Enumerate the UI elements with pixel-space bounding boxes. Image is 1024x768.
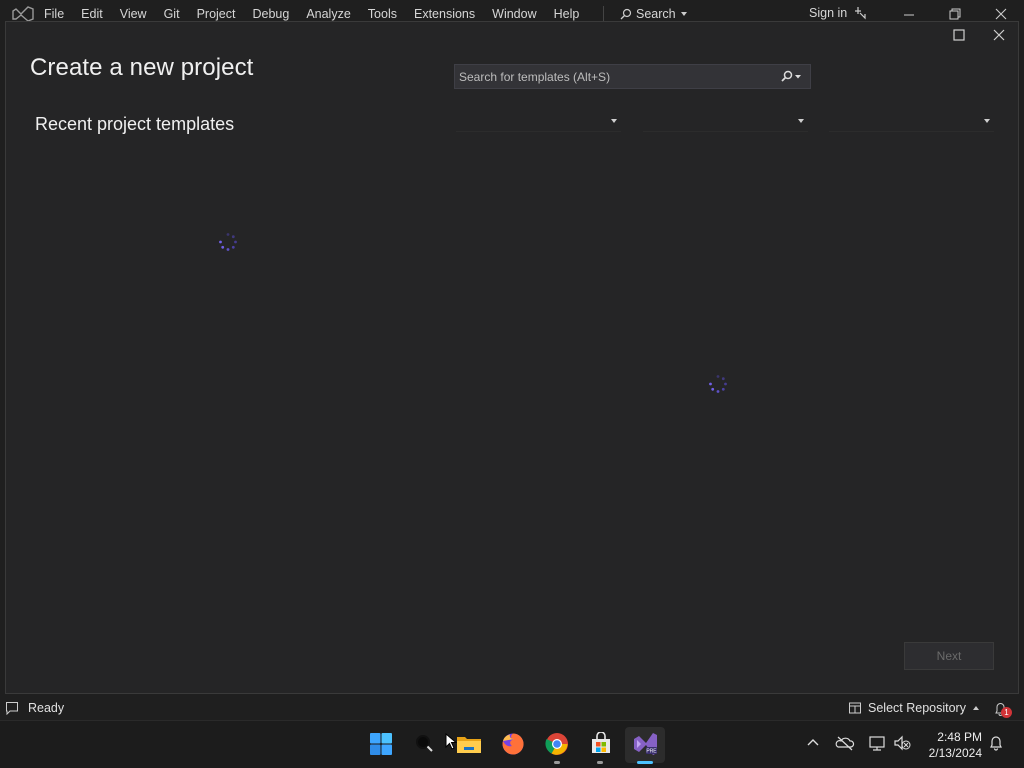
menu-tools[interactable]: Tools — [368, 7, 397, 21]
start-button[interactable] — [366, 729, 396, 759]
sign-in-button[interactable]: Sign in — [809, 6, 867, 20]
feature-search-label: Search — [636, 7, 676, 21]
chrome-icon — [545, 733, 568, 755]
store-running-indicator — [597, 761, 603, 764]
restore-icon[interactable] — [947, 6, 963, 22]
chevron-down-icon — [984, 119, 990, 123]
chrome-running-indicator — [554, 761, 560, 764]
chevron-down-icon — [798, 119, 804, 123]
template-search-box[interactable] — [454, 64, 811, 89]
menu-git[interactable]: Git — [164, 7, 180, 21]
platform-filter-dropdown[interactable] — [643, 112, 808, 132]
taskbar-file-explorer[interactable] — [454, 729, 484, 759]
project-type-filter-dropdown[interactable] — [829, 112, 994, 132]
page-title: Create a new project — [30, 54, 254, 81]
notification-center-bell-icon[interactable] — [986, 733, 1006, 753]
template-search-input[interactable] — [459, 68, 769, 86]
taskbar-microsoft-store[interactable] — [586, 729, 616, 759]
windows-taskbar: PRE 2:48 PM 2/13/2024 — [0, 720, 1024, 768]
minimize-icon[interactable] — [901, 6, 917, 22]
language-filter-dropdown[interactable] — [456, 112, 621, 132]
system-clock[interactable]: 2:48 PM 2/13/2024 — [924, 729, 982, 761]
repository-icon — [849, 702, 861, 714]
menu-project[interactable]: Project — [197, 7, 236, 21]
visual-studio-preview-icon: PRE — [634, 733, 657, 755]
maximize-dialog-icon[interactable] — [952, 28, 966, 42]
menu-items: File Edit View Git Project Debug Analyze… — [44, 7, 596, 21]
onedrive-offline-icon[interactable] — [835, 733, 855, 753]
notifications-button[interactable]: 1 — [993, 700, 1013, 718]
menu-file[interactable]: File — [44, 7, 64, 21]
menu-extensions[interactable]: Extensions — [414, 7, 475, 21]
microsoft-store-icon — [592, 732, 610, 753]
show-hidden-icons-chevron-icon[interactable] — [803, 733, 823, 753]
svg-text:PRE: PRE — [646, 749, 657, 755]
close-window-icon[interactable] — [993, 6, 1009, 22]
visual-studio-logo-icon — [12, 6, 34, 22]
recent-templates-heading: Recent project templates — [35, 114, 235, 134]
menu-analyze[interactable]: Analyze — [306, 7, 350, 21]
live-share-icon — [855, 7, 866, 20]
notification-badge: 1 — [1001, 707, 1012, 718]
firefox-icon — [502, 733, 524, 755]
menu-view[interactable]: View — [120, 7, 147, 21]
output-message-icon[interactable] — [5, 701, 19, 715]
search-icon — [620, 8, 632, 20]
network-icon[interactable] — [867, 733, 887, 753]
menu-help[interactable]: Help — [554, 7, 580, 21]
visual-studio-active-indicator — [637, 761, 653, 764]
search-icon — [416, 735, 433, 752]
taskbar-visual-studio-preview[interactable]: PRE — [630, 729, 660, 759]
next-button[interactable]: Next — [904, 642, 994, 670]
windows-start-icon — [370, 733, 392, 755]
close-dialog-icon[interactable] — [992, 28, 1006, 42]
menu-window[interactable]: Window — [492, 7, 536, 21]
taskbar-firefox[interactable] — [498, 729, 528, 759]
select-repository-label: Select Repository — [868, 701, 966, 715]
menu-debug[interactable]: Debug — [252, 7, 289, 21]
taskbar-chrome[interactable] — [542, 729, 572, 759]
menu-edit[interactable]: Edit — [81, 7, 103, 21]
search-options-icon[interactable] — [778, 69, 806, 85]
clock-date: 2/13/2024 — [928, 746, 982, 760]
loading-spinner-icon — [219, 233, 237, 251]
file-explorer-icon — [457, 737, 481, 753]
clock-time: 2:48 PM — [937, 730, 982, 744]
status-bar: Ready Select Repository 1 — [0, 696, 1024, 720]
chevron-down-icon — [611, 119, 617, 123]
chevron-up-icon — [972, 706, 979, 710]
sign-in-label: Sign in — [809, 6, 848, 20]
volume-muted-icon[interactable] — [892, 733, 912, 753]
status-text: Ready — [28, 701, 65, 715]
loading-spinner-icon — [709, 375, 727, 393]
select-repository-button[interactable]: Select Repository — [848, 701, 980, 715]
taskbar-search-button[interactable] — [410, 729, 440, 759]
chevron-down-icon — [680, 12, 687, 16]
feature-search-button[interactable]: Search — [620, 7, 688, 21]
